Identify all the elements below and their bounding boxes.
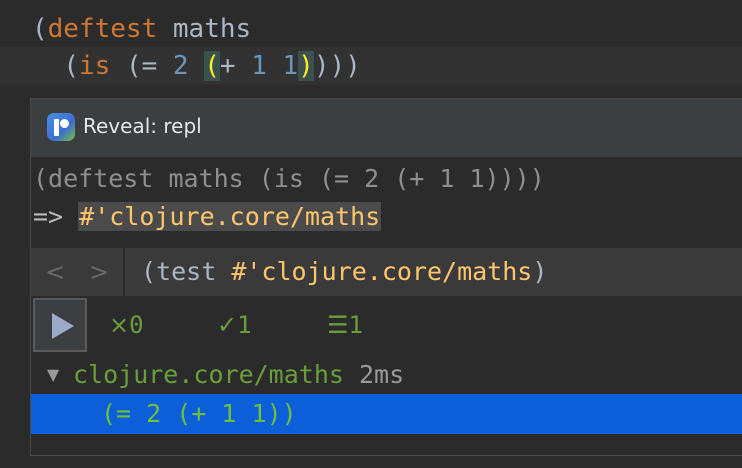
empty-area xyxy=(31,434,742,455)
view-nav-bar: < > (test #'clojure.core/maths) xyxy=(31,248,742,296)
number-two: 2 xyxy=(172,51,189,81)
assertion-row-selected[interactable]: (= 2 (+ 1 1)) xyxy=(31,394,742,434)
total-count[interactable]: ☰1 xyxy=(327,308,363,342)
eq-symbol: = xyxy=(141,51,173,81)
paren-open: ( xyxy=(32,14,48,44)
number-one-b: 1 xyxy=(282,51,299,81)
deftest-keyword: deftest xyxy=(47,14,158,44)
test-tree-row[interactable]: ▼ clojure.core/maths 2ms xyxy=(31,356,742,394)
play-icon xyxy=(52,313,74,339)
code-editor[interactable]: (deftest maths (is (= 2 (+ 1 1)))) xyxy=(0,0,742,100)
test-controls-bar: ×0 ✓1 ☰1 xyxy=(31,296,742,354)
view-title-suffix: ) xyxy=(532,257,548,286)
fail-icon: × xyxy=(109,311,130,339)
repl-output-area: (deftest maths (is (= 2 (+ 1 1)))) => #'… xyxy=(31,157,742,455)
collapse-triangle-icon[interactable]: ▼ xyxy=(47,356,59,394)
test-name: maths xyxy=(157,14,252,44)
input-echo: (deftest maths (is (= 2 (+ 1 1)))) xyxy=(33,164,545,193)
back-button[interactable]: < xyxy=(33,248,77,296)
closing-parens: ))) xyxy=(313,51,361,81)
assertion-text: (= 2 (+ 1 1)) xyxy=(101,399,297,428)
ide-window: (deftest maths (is (= 2 (+ 1 1)))) Revea… xyxy=(0,0,742,468)
forward-button[interactable]: > xyxy=(77,248,121,296)
logo-bar xyxy=(54,119,59,136)
view-title-prefix: (test xyxy=(141,257,232,286)
result-value[interactable]: #'clojure.core/maths xyxy=(78,202,382,231)
popup-title: Reveal: repl xyxy=(83,114,202,138)
reveal-repl-popup: Reveal: repl (deftest maths (is (= 2 (+ … xyxy=(30,98,742,456)
code-line-1[interactable]: (deftest maths xyxy=(0,10,742,48)
pass-count-value: 1 xyxy=(237,311,252,339)
list-icon: ☰ xyxy=(327,311,349,339)
passed-count[interactable]: ✓1 xyxy=(217,308,252,342)
is-keyword: is xyxy=(78,51,111,81)
number-one-a: 1 xyxy=(251,51,267,81)
popup-titlebar[interactable]: Reveal: repl xyxy=(31,99,742,157)
namespace-label: clojure.core/maths xyxy=(73,360,344,389)
check-icon: ✓ xyxy=(217,311,238,339)
view-title-value: #'clojure.core/maths xyxy=(231,257,533,286)
paren-is-open: ( xyxy=(63,51,79,81)
fail-count-value: 0 xyxy=(129,311,144,339)
logo-dot xyxy=(60,119,69,128)
run-tests-button[interactable] xyxy=(33,298,87,352)
result-arrow: => xyxy=(33,202,79,231)
plus-symbol: + xyxy=(219,51,252,81)
total-count-value: 1 xyxy=(348,311,363,339)
failed-count[interactable]: ×0 xyxy=(109,308,144,342)
reveal-logo-icon xyxy=(47,113,75,141)
tree-namespace: clojure.core/maths 2ms xyxy=(73,356,404,394)
duration-label: 2ms xyxy=(343,360,405,389)
matched-paren-close: ) xyxy=(298,51,314,81)
result-line: => #'clojure.core/maths xyxy=(33,199,382,235)
view-title: (test #'clojure.core/maths) xyxy=(141,248,547,296)
paren-eq-open: ( xyxy=(125,51,142,81)
code-line-2[interactable]: (is (= 2 (+ 1 1)))) xyxy=(0,47,742,85)
matched-paren-open: ( xyxy=(204,51,220,81)
nav-divider xyxy=(123,248,125,296)
